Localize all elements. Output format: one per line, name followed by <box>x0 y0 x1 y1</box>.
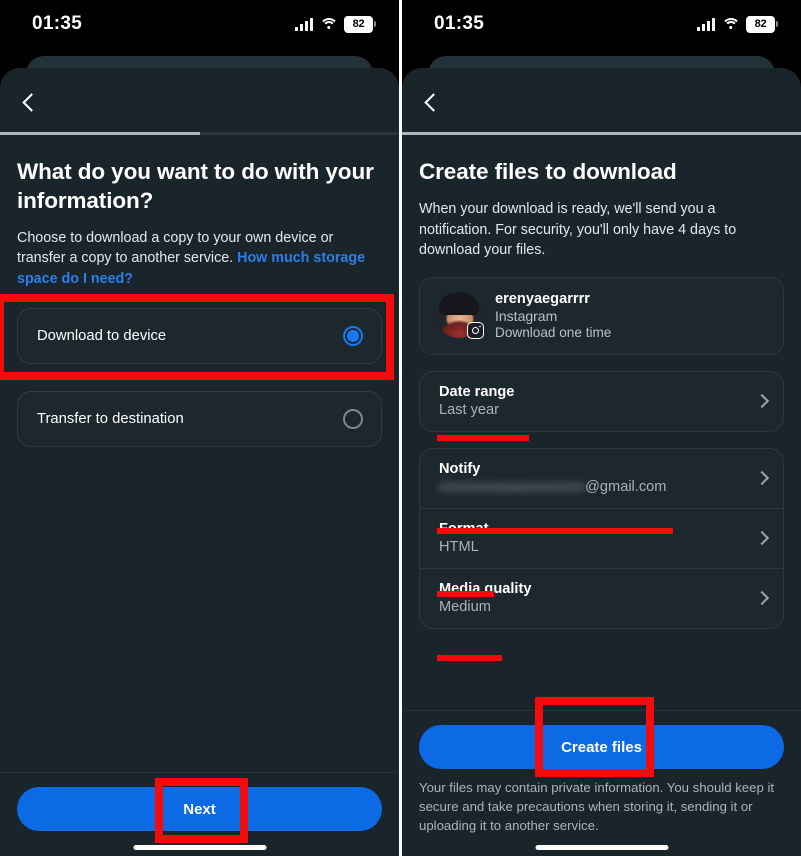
status-bar-icons-right: 82 <box>697 15 779 33</box>
instagram-badge-icon <box>467 322 484 340</box>
left-content: What do you want to do with your informa… <box>0 139 399 856</box>
option-label-download: Download to device <box>37 327 167 344</box>
progress-bar-right <box>402 132 801 135</box>
chevron-left-icon <box>22 92 41 112</box>
battery-icon: 82 <box>344 15 377 33</box>
row-date-range[interactable]: Date range Last year <box>420 372 783 431</box>
row-format[interactable]: Format HTML <box>420 507 783 568</box>
option-download-to-device[interactable]: Download to device <box>17 307 382 364</box>
account-text: erenyaegarrrr Instagram Download one tim… <box>495 291 611 340</box>
notify-email-redacted: aaaaaaaaaaaaaaaaaa <box>439 478 586 495</box>
sheet-header-left <box>0 68 399 135</box>
date-range-text: Date range Last year <box>439 384 514 418</box>
cellular-signal-icon <box>295 17 313 31</box>
avatar <box>436 292 484 340</box>
media-quality-value: Medium <box>439 598 491 615</box>
avatar-hair <box>439 293 479 316</box>
progress-bar-left <box>0 132 399 135</box>
sheet-left: What do you want to do with your informa… <box>0 68 399 856</box>
chevron-right-icon <box>754 590 770 606</box>
format-text: Format HTML <box>439 521 488 555</box>
sheet-right: Create files to download When your downl… <box>402 68 801 856</box>
media-quality-text: Media quality Medium <box>439 581 531 615</box>
screenshot-stage: 01:35 82 What do you want to do with you… <box>0 0 801 856</box>
date-range-value: Last year <box>439 401 500 418</box>
status-bar-icons: 82 <box>295 15 377 33</box>
next-button[interactable]: Next <box>17 787 382 831</box>
notify-email-domain: @gmail.com <box>585 478 667 495</box>
option-label-transfer: Transfer to destination <box>37 410 184 427</box>
status-bar-right: 01:35 82 <box>402 0 801 48</box>
row-notify[interactable]: Notify aaaaaaaaaaaaaaaaaa@gmail.com <box>420 449 783 508</box>
option-spacer <box>17 364 382 373</box>
account-frequency: Download one time <box>495 324 612 340</box>
page-subtitle-right: When your download is ready, we'll send … <box>419 200 737 259</box>
radio-download-to-device[interactable] <box>343 325 363 346</box>
chevron-right-icon <box>754 470 770 486</box>
page-title-left: What do you want to do with your informa… <box>17 159 374 213</box>
status-bar-time: 01:35 <box>32 13 83 34</box>
date-range-label: Date range <box>439 383 515 400</box>
right-phone-screen: 01:35 82 Create files to download When y… <box>402 0 801 856</box>
option-transfer-to-destination[interactable]: Transfer to destination <box>17 390 382 447</box>
page-subtitle-left: Choose to download a copy to your own de… <box>17 228 382 290</box>
account-row: erenyaegarrrr Instagram Download one tim… <box>420 278 783 354</box>
progress-bar-fill-right <box>402 132 801 135</box>
status-bar-left: 01:35 82 <box>0 0 399 48</box>
format-value: HTML <box>439 538 479 555</box>
chevron-left-icon <box>424 92 443 112</box>
bottom-bar-right: Create files Your files may contain priv… <box>402 710 801 856</box>
media-quality-label: Media quality <box>439 580 532 597</box>
account-service: Instagram <box>495 307 558 324</box>
progress-bar-fill-left <box>0 132 200 135</box>
back-button-left[interactable] <box>14 86 46 118</box>
chevron-right-icon <box>754 530 770 546</box>
create-files-button[interactable]: Create files <box>419 725 784 769</box>
settings-card: Notify aaaaaaaaaaaaaaaaaa@gmail.com Form… <box>419 447 784 629</box>
battery-level-label: 82 <box>352 17 365 30</box>
battery-icon: 82 <box>746 15 779 33</box>
cellular-signal-icon <box>697 17 715 31</box>
back-button-right[interactable] <box>416 86 448 118</box>
account-username: erenyaegarrrr <box>495 290 590 307</box>
sheet-header-right <box>402 68 801 135</box>
bottom-bar-left: Next <box>0 772 399 856</box>
account-card[interactable]: erenyaegarrrr Instagram Download one tim… <box>419 276 784 355</box>
privacy-footer-note: Your files may contain private informati… <box>419 780 775 834</box>
status-bar-time-right: 01:35 <box>434 13 485 34</box>
page-title-right: Create files to download <box>419 159 677 184</box>
notify-text: Notify aaaaaaaaaaaaaaaaaa@gmail.com <box>439 461 666 495</box>
notify-value: aaaaaaaaaaaaaaaaaa@gmail.com <box>439 479 666 495</box>
battery-level-label-right: 82 <box>754 17 767 30</box>
home-indicator-left <box>133 845 266 850</box>
format-label: Format <box>439 520 489 537</box>
left-phone-screen: 01:35 82 What do you want to do with you… <box>0 0 399 856</box>
wifi-icon <box>721 17 740 31</box>
radio-transfer-to-destination[interactable] <box>343 408 363 429</box>
notify-label: Notify <box>439 460 481 477</box>
home-indicator-right <box>535 845 668 850</box>
row-media-quality[interactable]: Media quality Medium <box>420 567 783 628</box>
wifi-icon <box>319 17 338 31</box>
chevron-right-icon <box>754 393 770 409</box>
date-range-card[interactable]: Date range Last year <box>419 370 784 432</box>
